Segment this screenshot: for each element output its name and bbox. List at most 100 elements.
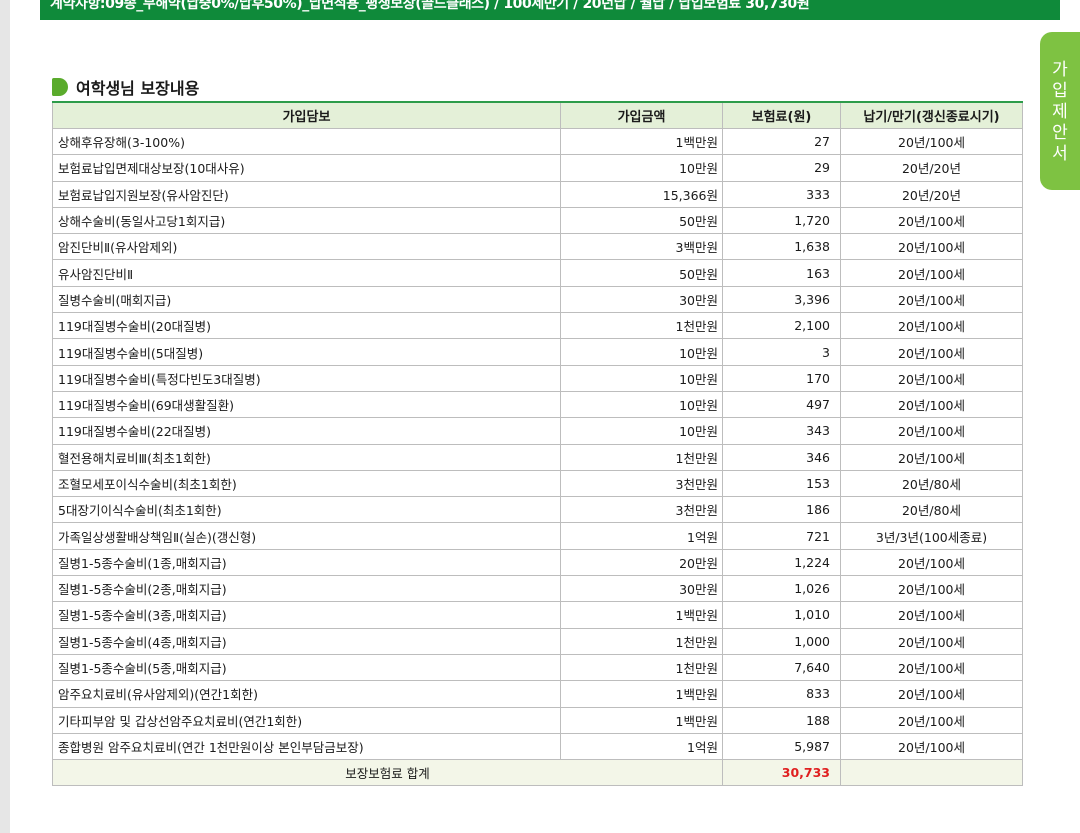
cell-term: 20년/100세 [840,653,1023,682]
table-row: 보험료납입면제대상보장(10대사유) 10만원 29 20년/20년 [52,154,1023,182]
cell-coverage-amount: 1억원 [560,732,723,761]
cell-coverage-amount: 10만원 [560,154,723,182]
table-row: 암진단비Ⅱ(유사암제외) 3백만원 1,638 20년/100세 [52,233,1023,261]
cell-term: 20년/100세 [840,548,1023,577]
table-row: 119대질병수술비(69대생활질환) 10만원 497 20년/100세 [52,390,1023,419]
cell-premium: 188 [722,706,841,734]
table-header-row: 가입담보 가입금액 보험료(원) 납기/만기(갱신종료시기) [52,102,1023,129]
cell-premium: 1,224 [722,548,841,577]
table-row: 질병1-5종수술비(2종,매회지급) 30만원 1,026 20년/100세 [52,575,1023,603]
cell-coverage-amount: 1억원 [560,522,723,550]
cell-term: 20년/100세 [840,390,1023,419]
table-row: 종합병원 암주요치료비(연간 1천만원이상 본인부담금보장) 1억원 5,987 20… [52,732,1023,761]
cell-premium: 2,100 [722,312,841,340]
table-row: 상해수술비(동일사고당1회지급) 50만원 1,720 20년/100세 [52,206,1023,235]
cell-premium: 1,026 [722,575,841,603]
cell-coverage-amount: 3천만원 [560,496,723,524]
cell-coverage-amount: 30만원 [560,285,723,314]
cell-term: 20년/100세 [840,443,1023,471]
cell-premium: 1,720 [722,206,841,235]
cell-coverage-amount: 30만원 [560,575,723,603]
cell-premium: 170 [722,364,841,392]
cell-coverage-amount: 20만원 [560,548,723,577]
cell-premium: 186 [722,496,841,524]
cell-term: 20년/100세 [840,312,1023,340]
cell-term: 20년/100세 [840,575,1023,603]
cell-term: 20년/100세 [840,364,1023,392]
cell-premium: 346 [722,443,841,471]
cell-premium: 1,010 [722,601,841,629]
cell-coverage-amount: 1백만원 [560,706,723,734]
table-row: 보험료납입지원보장(유사암진단) 15,366원 333 20년/20년 [52,180,1023,208]
cell-coverage-name: 119대질병수술비(69대생활질환) [52,390,561,419]
table-row: 5대장기이식수술비(최초1회한) 3천만원 186 20년/80세 [52,496,1023,524]
cell-term: 3년/3년(100세종료) [840,522,1023,550]
cell-premium: 497 [722,390,841,419]
side-tab-char: 안 [1052,123,1068,143]
cell-coverage-name: 기타피부암 및 갑상선암주요치료비(연간1회한) [52,706,561,734]
cell-premium: 153 [722,469,841,498]
cell-coverage-amount: 1백만원 [560,601,723,629]
cell-coverage-name: 질병수술비(매회지급) [52,285,561,314]
cell-coverage-name: 보험료납입지원보장(유사암진단) [52,180,561,208]
cell-term: 20년/100세 [840,233,1023,261]
cell-coverage-name: 119대질병수술비(특정다빈도3대질병) [52,364,561,392]
cell-term: 20년/100세 [840,601,1023,629]
cell-coverage-name: 암주요치료비(유사암제외)(연간1회한) [52,680,561,708]
section-header: 여학생님 보장내용 [52,75,199,99]
side-tab-char: 입 [1052,81,1068,101]
cell-coverage-amount: 10만원 [560,390,723,419]
cell-coverage-amount: 50만원 [560,259,723,287]
cell-coverage-amount: 10만원 [560,364,723,392]
cell-coverage-name: 119대질병수술비(20대질병) [52,312,561,340]
cell-premium: 833 [722,680,841,708]
header-coverage-amount: 가입금액 [560,102,723,129]
cell-premium: 3,396 [722,285,841,314]
section-title: 여학생님 보장내용 [76,79,200,98]
cell-premium: 343 [722,417,841,445]
table-row: 질병1-5종수술비(4종,매회지급) 1천만원 1,000 20년/100세 [52,627,1023,655]
table-row: 조혈모세포이식수술비(최초1회한) 3천만원 153 20년/80세 [52,469,1023,498]
table-row: 질병수술비(매회지급) 30만원 3,396 20년/100세 [52,285,1023,314]
cell-coverage-name: 가족일상생활배상책임Ⅱ(실손)(갱신형) [52,522,561,550]
cell-coverage-amount: 1천만원 [560,627,723,655]
total-premium: 30,733 [722,759,841,787]
cell-coverage-amount: 1천만원 [560,443,723,471]
table-row: 119대질병수술비(22대질병) 10만원 343 20년/100세 [52,417,1023,445]
cell-coverage-amount: 1백만원 [560,127,723,156]
cell-coverage-amount: 1천만원 [560,312,723,340]
cell-premium: 1,000 [722,627,841,655]
cell-coverage-name: 119대질병수술비(22대질병) [52,417,561,445]
cell-premium: 1,638 [722,233,841,261]
cell-term: 20년/100세 [840,680,1023,708]
cell-coverage-name: 상해수술비(동일사고당1회지급) [52,206,561,235]
subscription-proposal-tab[interactable]: 가 입 제 안 서 [1040,32,1080,190]
cell-term: 20년/100세 [840,127,1023,156]
cell-premium: 29 [722,154,841,182]
cell-coverage-amount: 50만원 [560,206,723,235]
cell-coverage-name: 보험료납입면제대상보장(10대사유) [52,154,561,182]
cell-coverage-amount: 1천만원 [560,653,723,682]
total-empty-cell [840,759,1023,787]
cell-premium: 163 [722,259,841,287]
side-tab-char: 서 [1052,144,1068,164]
table-row: 질병1-5종수술비(1종,매회지급) 20만원 1,224 20년/100세 [52,548,1023,577]
cell-coverage-name: 질병1-5종수술비(3종,매회지급) [52,601,561,629]
cell-coverage-name: 5대장기이식수술비(최초1회한) [52,496,561,524]
cell-coverage-name: 암진단비Ⅱ(유사암제외) [52,233,561,261]
cell-coverage-name: 질병1-5종수술비(2종,매회지급) [52,575,561,603]
contract-summary-text: 계약사항:09종_무해약(납중0%/납후50%)_납면적용_평생보장(골드클래스… [50,0,810,12]
header-premium: 보험료(원) [722,102,841,129]
table-row: 기타피부암 및 갑상선암주요치료비(연간1회한) 1백만원 188 20년/100세 [52,706,1023,734]
cell-coverage-name: 119대질병수술비(5대질병) [52,338,561,366]
cell-term: 20년/80세 [840,496,1023,524]
table-row: 유사암진단비Ⅱ 50만원 163 20년/100세 [52,259,1023,287]
coverage-table: 가입담보 가입금액 보험료(원) 납기/만기(갱신종료시기) 상해후유장해(3-… [52,101,1023,787]
cell-coverage-amount: 3백만원 [560,233,723,261]
cell-coverage-amount: 10만원 [560,338,723,366]
cell-term: 20년/100세 [840,206,1023,235]
cell-coverage-amount: 3천만원 [560,469,723,498]
cell-coverage-name: 질병1-5종수술비(5종,매회지급) [52,653,561,682]
table-row: 암주요치료비(유사암제외)(연간1회한) 1백만원 833 20년/100세 [52,680,1023,708]
table-row: 119대질병수술비(5대질병) 10만원 3 20년/100세 [52,338,1023,366]
